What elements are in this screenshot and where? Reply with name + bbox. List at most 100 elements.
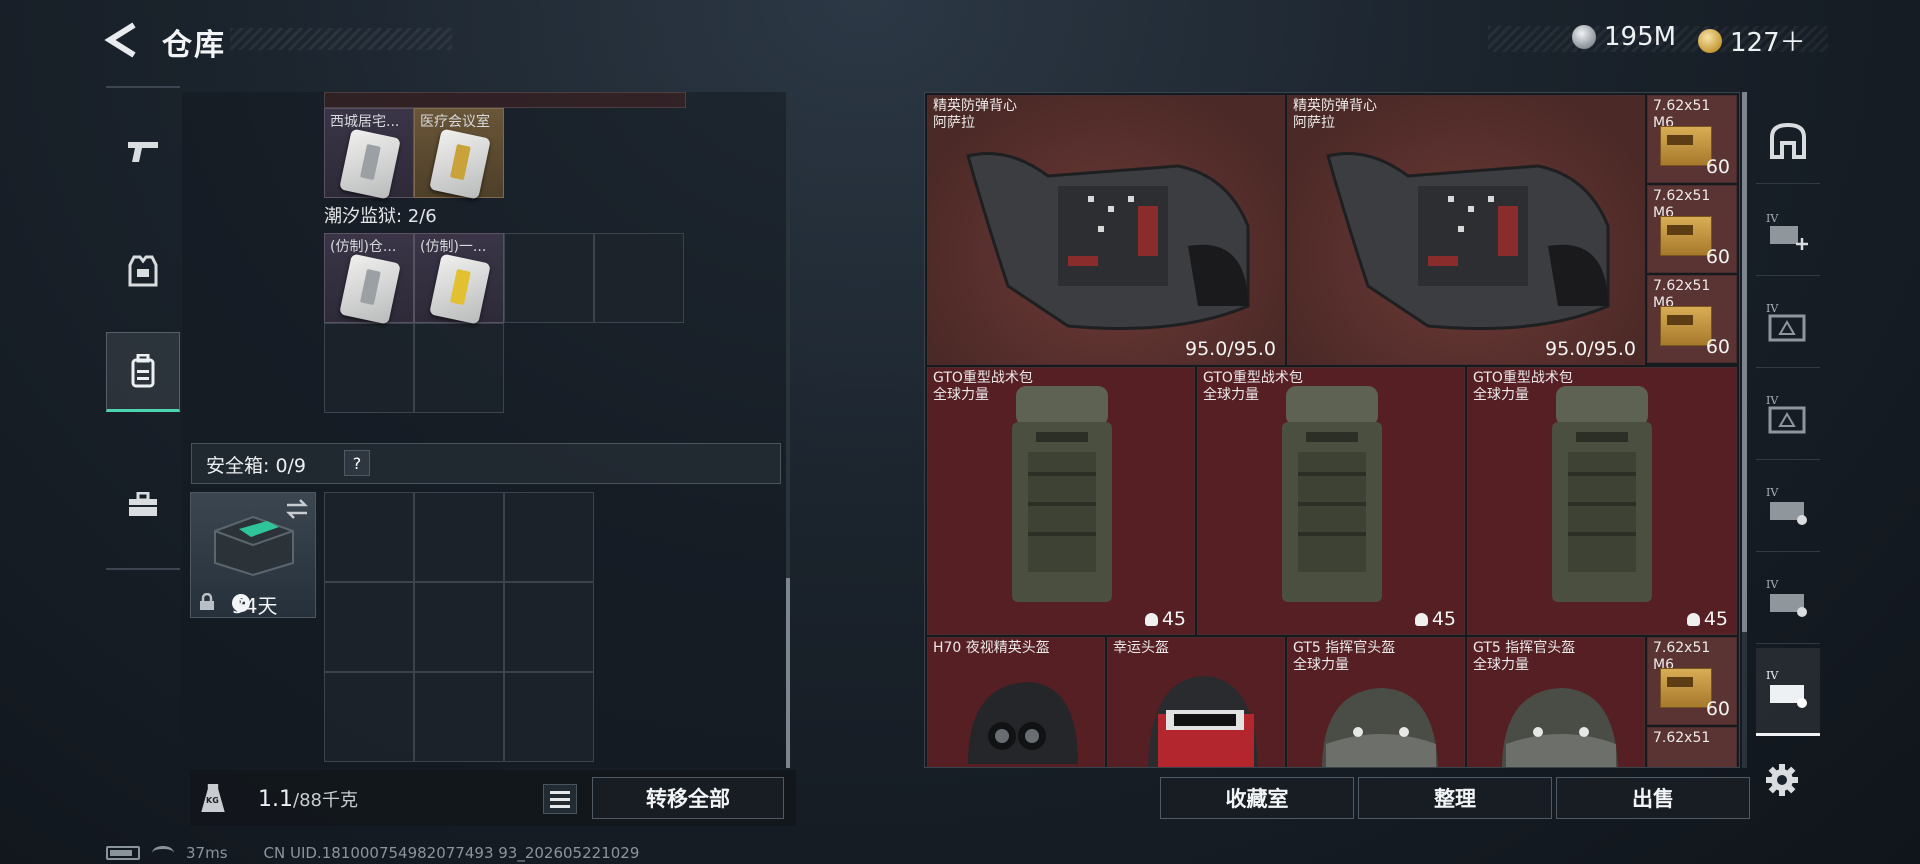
grid-cell[interactable] (504, 233, 594, 323)
list-view-button[interactable] (543, 784, 577, 814)
stack-count: 60 (1705, 246, 1730, 268)
help-button[interactable]: ? (344, 450, 370, 476)
container-scroll-thumb[interactable] (786, 578, 790, 768)
nav-equipment[interactable] (106, 234, 180, 308)
svg-text:IV: IV (1766, 302, 1779, 315)
safe-grid-cell[interactable] (504, 672, 594, 762)
stash-tab-2[interactable]: IV (1756, 372, 1820, 460)
nav-toolbox[interactable] (106, 468, 180, 542)
capacity-icon (1686, 612, 1700, 626)
keycard-icon (339, 253, 401, 325)
stack-count: 60 (1705, 336, 1730, 358)
stash-grid: 精英防弹背心 阿萨拉 95.0/95.0 精英防弹背心 阿萨拉 95.0/95.0 … (924, 92, 1740, 768)
keycard-icon (429, 128, 491, 200)
back-arrow-icon[interactable] (104, 22, 144, 58)
stash-tabs: IV IV IV IV IV IV (1756, 96, 1820, 736)
ammo-box-icon (1660, 668, 1712, 708)
armor-item[interactable]: 精英防弹背心 阿萨拉 95.0/95.0 (1287, 95, 1645, 365)
silver-amount: 195M (1604, 22, 1677, 52)
swap-icon[interactable] (285, 499, 309, 519)
backpack-item[interactable]: GTO重型战术包 全球力量 45 (1467, 367, 1737, 635)
grid-cell[interactable] (594, 233, 684, 323)
helmet-item[interactable]: H70 夜视精英头盔 (927, 637, 1105, 767)
helmet-image (1148, 676, 1258, 767)
weight-current: 1.1 (258, 787, 293, 812)
ammo-box-icon (1660, 216, 1712, 256)
keycard-item[interactable]: 西城居宅... (324, 108, 414, 200)
armor-item[interactable]: 精英防弹背心 阿萨拉 95.0/95.0 (927, 95, 1285, 365)
left-nav (106, 86, 180, 570)
durability: 95.0/95.0 (1544, 338, 1636, 360)
svg-text:IV: IV (1766, 394, 1779, 407)
weight-readout: 1.1/88千克 (258, 786, 358, 812)
silver-coin-icon (1572, 25, 1596, 49)
ammo-item[interactable]: 7.62x51 (1647, 727, 1737, 767)
ammo-box-icon (1660, 126, 1712, 166)
stash-tab-4[interactable]: IV (1756, 556, 1820, 644)
stash-tab-3[interactable]: IV (1756, 464, 1820, 552)
grid-cell[interactable] (414, 323, 504, 413)
safe-grid-cell[interactable] (504, 582, 594, 672)
ammo-item[interactable]: 7.62x51 M6 60 (1647, 95, 1737, 183)
safe-grid-cell[interactable] (414, 492, 504, 582)
gold-currency[interactable]: 127＋ (1698, 22, 1806, 59)
backpack-image (1282, 386, 1382, 602)
keycard-item[interactable]: (仿制)仓... (324, 233, 414, 325)
armor-vest-image (966, 152, 1250, 330)
backpack-image (1012, 386, 1112, 602)
backpack-icon (131, 354, 155, 388)
stash-tab-icon: IV (1766, 394, 1806, 433)
sell-button[interactable]: 出售 (1556, 777, 1750, 819)
keycard-item[interactable]: 医疗会议室 (414, 108, 504, 200)
stash-tab-1[interactable]: IV (1756, 280, 1820, 368)
armor-vest-image (1326, 152, 1610, 330)
transfer-all-button[interactable]: 转移全部 (592, 777, 784, 819)
gear-icon[interactable] (1764, 762, 1800, 798)
stack-count: 60 (1705, 698, 1730, 720)
ping: 37ms (186, 844, 228, 862)
ammo-item[interactable]: 7.62x51 M6 60 (1647, 185, 1737, 273)
add-stash-icon: IV (1766, 212, 1808, 250)
nav-backpack[interactable] (106, 332, 180, 412)
stash-tab-add[interactable]: IV (1756, 188, 1820, 276)
ammo-item[interactable]: 7.62x51 M6 60 (1647, 275, 1737, 363)
item-name: GT5 指挥官头盔 全球力量 (1293, 640, 1396, 673)
stash-scroll-thumb[interactable] (1742, 92, 1747, 632)
item-name: 医疗会议室 (420, 114, 490, 130)
svg-text:IV: IV (1766, 578, 1779, 591)
item-name: GT5 指挥官头盔 全球力量 (1473, 640, 1576, 673)
stash-tab-all[interactable] (1756, 96, 1820, 184)
wifi-icon (152, 846, 174, 860)
helmet-item[interactable]: GT5 指挥官头盔 全球力量 (1467, 637, 1645, 767)
backpack-item[interactable]: GTO重型战术包 全球力量 45 (927, 367, 1195, 635)
safe-box-icon (214, 515, 294, 577)
battery-icon (106, 846, 140, 860)
stash-tab-5[interactable]: IV (1756, 648, 1820, 736)
helmet-item[interactable]: GT5 指挥官头盔 全球力量 (1287, 637, 1465, 767)
toolbox-icon (129, 492, 157, 516)
list-icon (550, 790, 570, 794)
safe-grid-cell[interactable] (324, 672, 414, 762)
uid-text: CN UID.181000754982077493 93_20260522102… (263, 844, 640, 862)
capacity-icon (1414, 612, 1428, 626)
durability: 95.0/95.0 (1184, 338, 1276, 360)
safe-grid-cell[interactable] (324, 582, 414, 672)
keycard-item[interactable]: (仿制)一... (414, 233, 504, 325)
capacity-icon (1144, 612, 1158, 626)
ammo-item[interactable]: 7.62x51 M6 60 (1647, 637, 1737, 725)
helmet-item[interactable]: 幸运头盔 (1107, 637, 1285, 767)
stash-tab-icon: IV (1766, 669, 1807, 708)
nav-weapons[interactable] (106, 114, 180, 188)
safe-grid-cell[interactable] (324, 492, 414, 582)
backpack-item[interactable]: GTO重型战术包 全球力量 45 (1197, 367, 1465, 635)
grid-cell[interactable] (324, 323, 414, 413)
capacity: 45 (1686, 608, 1728, 630)
safe-grid-cell[interactable] (504, 492, 594, 582)
svg-text:IV: IV (1766, 212, 1779, 225)
backpack-image (1552, 386, 1652, 602)
sort-button[interactable]: 整理 (1358, 777, 1552, 819)
safe-grid-cell[interactable] (414, 582, 504, 672)
collection-room-button[interactable]: 收藏室 (1160, 777, 1354, 819)
safe-grid-cell[interactable] (414, 672, 504, 762)
silver-currency[interactable]: 195M (1572, 22, 1676, 52)
